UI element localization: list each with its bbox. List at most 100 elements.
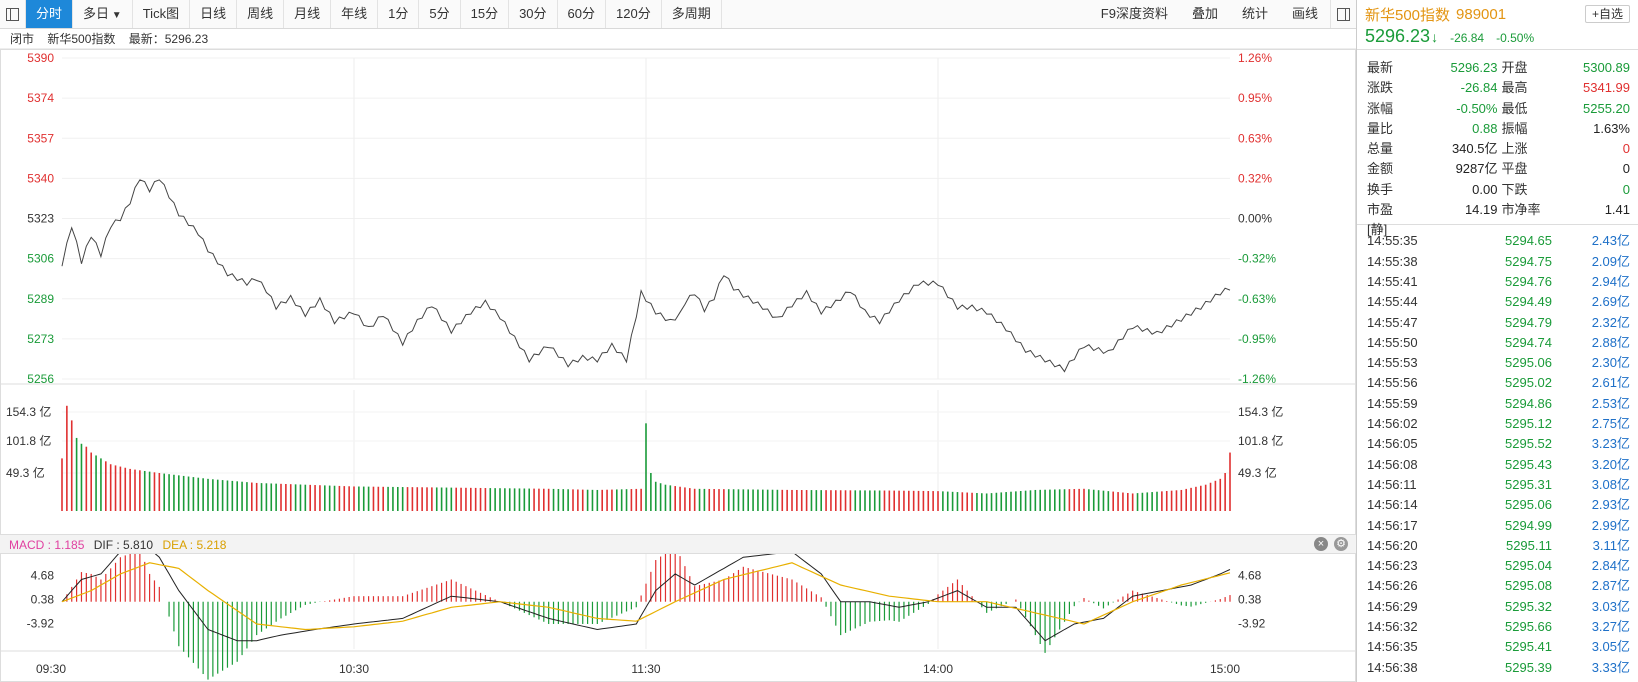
volume-bar: [630, 489, 633, 511]
pct-axis-label: 1.26%: [1238, 51, 1272, 65]
tab-label: 30分: [519, 6, 547, 21]
info-strip: 闭市 新华500指数 最新：5296.23: [0, 29, 1356, 49]
volume-bar: [143, 470, 146, 511]
volume-bar: [908, 490, 910, 511]
volume-bar: [294, 484, 297, 511]
tab-7[interactable]: 1分: [378, 0, 420, 28]
tab-8[interactable]: 5分: [419, 0, 461, 28]
tick-volume: 2.43亿: [1591, 233, 1630, 249]
volume-bar: [1136, 493, 1139, 511]
volume-bar: [679, 486, 681, 511]
pct-axis-label: 0.32%: [1238, 171, 1272, 185]
left-panel-toggle[interactable]: [0, 0, 26, 28]
add-favorite-button[interactable]: +自选: [1584, 5, 1630, 23]
tab-0[interactable]: 分时: [26, 0, 74, 28]
quote-panel: 新华500指数 989001 +自选 5296.23 ↓ -26.84 -0.5…: [1356, 0, 1638, 682]
time-axis-label: 09:30: [36, 662, 66, 676]
volume-axis-label-right: 154.3 亿: [1238, 404, 1283, 419]
security-code: 989001: [1456, 5, 1507, 23]
gear-icon[interactable]: ⚙: [1334, 537, 1348, 551]
close-icon[interactable]: ×: [1314, 537, 1328, 551]
tick-time: 14:55:50: [1367, 334, 1418, 350]
volume-bar: [981, 493, 983, 511]
volume-bar: [878, 490, 881, 511]
volume-bar: [353, 486, 355, 511]
tick-price: 5295.66: [1505, 619, 1552, 635]
tick-row: 14:55:59 5294.86 2.53亿: [1367, 394, 1630, 414]
intraday-chart[interactable]: 5390 5374 5357 5340 5323 5306 5289 5273 5256 1.26…: [0, 49, 1356, 682]
tab-1[interactable]: 多日 ▼: [73, 0, 133, 28]
quote-label: 换手: [1367, 181, 1394, 197]
macd-axis-label-left: 0.38: [31, 593, 55, 607]
tick-time: 14:56:32: [1367, 619, 1418, 635]
tab-11[interactable]: 60分: [558, 0, 607, 28]
tab-label: Tick图: [142, 6, 180, 21]
tick-time: 14:55:35: [1367, 233, 1418, 249]
volume-bar: [455, 487, 457, 511]
volume-bar: [504, 488, 506, 511]
volume-bar: [450, 487, 453, 511]
tick-time: 14:56:17: [1367, 517, 1418, 533]
tick-time: 14:56:35: [1367, 639, 1418, 655]
volume-bar: [820, 490, 822, 511]
volume-bar: [460, 487, 462, 511]
tab-12[interactable]: 120分: [606, 0, 662, 28]
tab-2[interactable]: Tick图: [133, 0, 191, 28]
tab-5[interactable]: 月线: [284, 0, 332, 28]
right-panel-toggle[interactable]: [1330, 0, 1356, 28]
volume-bar: [100, 458, 102, 511]
panel-right-icon: [1337, 7, 1350, 21]
toolbar-right-2[interactable]: 统计: [1230, 0, 1280, 28]
quote-table: 最新 5296.23 开盘 5300.89 涨跌 -26.84 最高 5341.99 涨幅 -0.…: [1357, 50, 1638, 237]
tab-label: 1分: [388, 6, 409, 21]
volume-bar: [723, 489, 725, 511]
tick-time: 14:55:59: [1367, 395, 1418, 411]
tick-row: 14:56:32 5295.66 3.27亿: [1367, 617, 1630, 637]
tick-volume: 3.11亿: [1592, 537, 1630, 553]
volume-bar: [426, 487, 428, 511]
quote-value: 1.41: [1604, 202, 1630, 218]
volume-bar: [440, 487, 443, 511]
tab-6[interactable]: 年线: [331, 0, 379, 28]
tick-row: 14:56:20 5295.11 3.11亿: [1367, 536, 1630, 556]
volume-bar: [1209, 482, 1212, 511]
tick-price: 5294.86: [1505, 395, 1552, 411]
volume-bar: [289, 484, 292, 511]
volume-bar: [246, 482, 248, 511]
toolbar-right-3[interactable]: 画线: [1280, 0, 1330, 28]
volume-bar: [581, 489, 584, 511]
volume-bar: [75, 437, 78, 511]
tab-10[interactable]: 30分: [509, 0, 558, 28]
volume-bar: [1034, 489, 1037, 511]
tick-time: 14:55:44: [1367, 294, 1418, 310]
tick-volume: 3.33亿: [1591, 659, 1630, 675]
tab-9[interactable]: 15分: [461, 0, 510, 28]
tick-list[interactable]: 14:55:35 5294.65 2.43亿 14:55:38 5294.75 2.09亿…: [1357, 225, 1638, 678]
volume-bar: [893, 490, 895, 511]
volume-bar: [494, 488, 496, 511]
tick-time: 14:56:29: [1367, 598, 1418, 614]
time-axis-label: 15:00: [1210, 662, 1240, 676]
quote-label: 市净率: [1501, 202, 1541, 218]
tab-3[interactable]: 日线: [190, 0, 238, 28]
volume-bar: [328, 485, 331, 511]
tab-4[interactable]: 周线: [237, 0, 285, 28]
volume-bar: [684, 487, 686, 511]
tick-volume: 2.93亿: [1591, 497, 1630, 513]
tick-price: 5295.11: [1505, 537, 1552, 553]
tick-time: 14:56:02: [1367, 416, 1418, 432]
volume-bar: [727, 489, 730, 511]
volume-bar: [314, 485, 316, 511]
volume-bar: [543, 488, 545, 511]
toolbar-right-0[interactable]: F9深度资料: [1089, 0, 1180, 28]
volume-bar: [518, 488, 521, 511]
quote-value: 1.63%: [1593, 120, 1630, 136]
quote-value: 0: [1622, 181, 1630, 197]
volume-bar: [168, 474, 170, 511]
toolbar-right-1[interactable]: 叠加: [1180, 0, 1230, 28]
tab-13[interactable]: 多周期: [662, 0, 722, 28]
quote-label: 金额: [1367, 161, 1394, 177]
tick-price: 5294.49: [1505, 294, 1552, 310]
volume-bar: [528, 488, 530, 511]
volume-bar: [864, 490, 866, 511]
